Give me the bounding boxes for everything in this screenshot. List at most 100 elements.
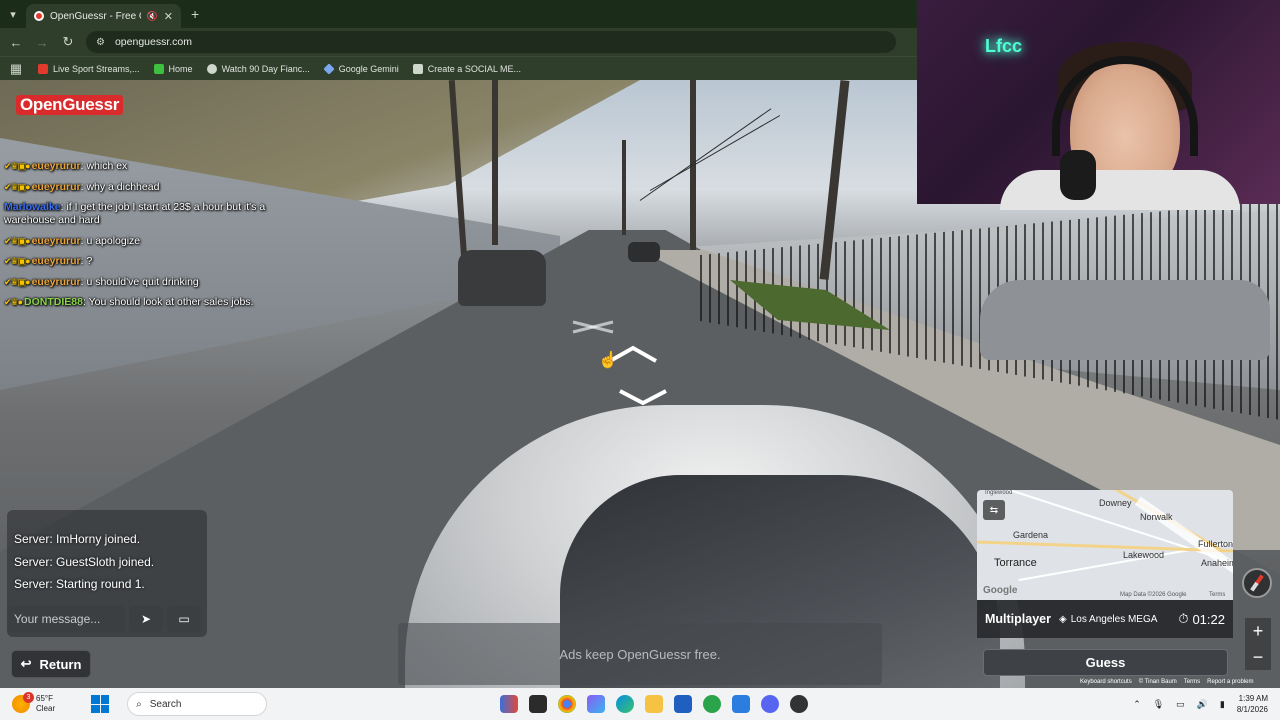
chat-username: eueyrurur [31,234,81,247]
chat-badges-icon: ✔♛▣● [4,235,31,246]
bookmark-live-sport[interactable]: Live Sport Streams,... [38,63,140,74]
bookmark-create-social[interactable]: Create a SOCIAL ME... [412,63,521,74]
fortnite-app-icon[interactable] [500,695,518,713]
system-tray: ⌃ 🎙 ▭ 🔊 ▮ 1:39 AM 8/1/2026 [1133,693,1280,715]
live-sport-icon [38,63,48,74]
move-back-arrow-icon[interactable] [618,388,668,406]
chat-bubble-icon: ▭ [178,612,190,626]
copyright-text: © Tinan Baum [1138,679,1177,685]
apps-grid-icon[interactable]: ▦ [8,61,24,77]
chat-message: ✔♛▣● eueyrurur: which ex [4,160,128,172]
edge-icon[interactable] [616,695,634,713]
round-timer: ⏱ 01:22 [1178,611,1225,627]
task-view-icon[interactable] [529,695,547,713]
browser-toolbar: ← → ↻ ⚙ openguessr.com [0,28,917,56]
chat-message: ✔♛▣● eueyrurur: u should've quit drinking [4,275,199,288]
bookmark-label: Home [168,63,193,74]
close-tab-icon[interactable]: ✕ [164,10,173,23]
chat-toggle-button[interactable]: ▭ [167,606,201,632]
clock-date: 8/1/2026 [1236,705,1268,714]
openguessr-logo[interactable]: OpenGuessr [16,95,124,115]
stopwatch-icon: ⏱ [1178,611,1189,626]
hand-cursor-icon: ☝ [598,352,618,369]
timer-text: 01:22 [1192,611,1225,627]
chat-text: which ex [86,160,128,172]
map-attribution: Map Data ©2026 Google [1120,592,1187,598]
chat-message: ✔♛▣● eueyrurur: u apologize [4,234,141,247]
map-label: Lakewood [1123,550,1165,560]
stream-chat-overlay: ✔♛▣● eueyrurur: which ex ✔♛▣● eueyrurur: w… [4,160,304,317]
new-tab-button[interactable]: + [191,6,199,22]
server-message: Server: GuestSloth joined. [14,554,155,569]
zoom-in-button[interactable]: + [1245,618,1271,644]
neon-sign: Lfcc [985,36,1023,56]
streetview-footer-links: Keyboard shortcuts © Tinan Baum Terms Re… [1080,679,1254,685]
home-k-icon [153,63,164,74]
guess-button[interactable]: Guess [983,649,1228,676]
battery-icon[interactable]: ▮ [1220,699,1225,710]
chat-text: ? [86,255,93,267]
utility-pole [622,140,626,235]
store-icon[interactable] [674,695,692,713]
round-info-bar: Multiplayer ◈ Los Angeles MEGA ⏱ 01:22 [977,600,1233,638]
send-message-button[interactable]: ➤ [129,606,163,632]
chat-badges-icon: ✔♛▣● [4,161,31,171]
reload-button[interactable]: ↻ [60,34,76,50]
chat-badges-icon: ✔♛● [4,297,23,307]
return-button[interactable]: ↩ Return [11,650,91,678]
notification-badge: 3 [23,692,34,703]
compass-icon[interactable] [1242,568,1272,598]
bookmark-label: Watch 90 Day Fianc... [221,63,310,74]
map-label: Inglewood [985,490,1013,496]
zoom-out-button[interactable]: − [1245,644,1271,670]
bookmark-label: Google Gemini [338,63,399,74]
network-icon[interactable]: ▭ [1176,699,1185,710]
weather-temperature: 65°F [36,694,53,703]
taskbar-search[interactable]: ⌕ Search [127,692,268,716]
chat-text: u apologize [86,234,141,247]
volume-icon[interactable]: 🔊 [1197,699,1208,710]
microphone-icon[interactable]: 🎙 [1153,699,1164,710]
gemini-icon [323,62,335,75]
bookmark-google-gemini[interactable]: Google Gemini [323,62,399,75]
game-mode: Multiplayer [985,612,1051,626]
tray-overflow-icon[interactable]: ⌃ [1133,699,1141,710]
forward-button[interactable]: → [34,35,50,50]
discord-icon[interactable] [761,695,779,713]
report-problem-link[interactable]: Report a problem [1207,679,1253,685]
chat-username: eueyrurur [31,255,81,267]
expand-map-icon[interactable]: ⇆ [983,500,1005,520]
windows-start-icon[interactable] [91,695,110,713]
file-explorer-icon[interactable] [645,695,663,713]
tab-search-icon[interactable]: ▾ [0,0,26,28]
muted-audio-icon[interactable]: 🔇 [147,11,158,22]
mail-icon[interactable] [732,695,750,713]
parked-car [458,250,546,306]
back-button[interactable]: ← [8,35,24,50]
site-info-icon[interactable]: ⚙ [96,37,105,48]
chat-username: eueyrurur [31,275,81,288]
copilot-icon[interactable] [587,695,605,713]
keyboard-shortcuts-link[interactable]: Keyboard shortcuts [1080,679,1132,685]
tab-openguessr[interactable]: OpenGuessr - Free GeoGue 🔇 ✕ [26,4,181,28]
watch-icon [206,63,217,74]
bookmark-label: Create a SOCIAL ME... [427,63,521,74]
xbox-icon[interactable] [703,695,721,713]
address-bar[interactable]: ⚙ openguessr.com [86,31,896,53]
bookmark-home[interactable]: Home [153,63,193,74]
guess-minimap[interactable]: Inglewood Downey Norwalk Gardena Lakewoo… [977,490,1233,600]
system-clock[interactable]: 1:39 AM 8/1/2026 [1237,693,1268,715]
chat-message-input[interactable] [7,606,125,632]
map-label: Anaheim [1201,558,1233,568]
streamer-shirt [1000,170,1240,210]
terms-link[interactable]: Terms [1184,679,1200,685]
obs-icon[interactable] [790,695,808,713]
map-label: Downey [1099,498,1132,508]
chat-message: ✔♛▣● eueyrurur: why a dichhead [4,180,160,193]
map-name: ◈ Los Angeles MEGA [1059,614,1157,625]
tab-title: OpenGuessr - Free GeoGue [50,10,141,22]
bookmark-watch-90-day[interactable]: Watch 90 Day Fianc... [206,63,310,74]
chrome-icon[interactable] [558,695,576,713]
weather-widget[interactable]: 3 65°F Clear ⌕ Search [0,692,380,716]
zoom-controls: + − [1245,618,1271,670]
